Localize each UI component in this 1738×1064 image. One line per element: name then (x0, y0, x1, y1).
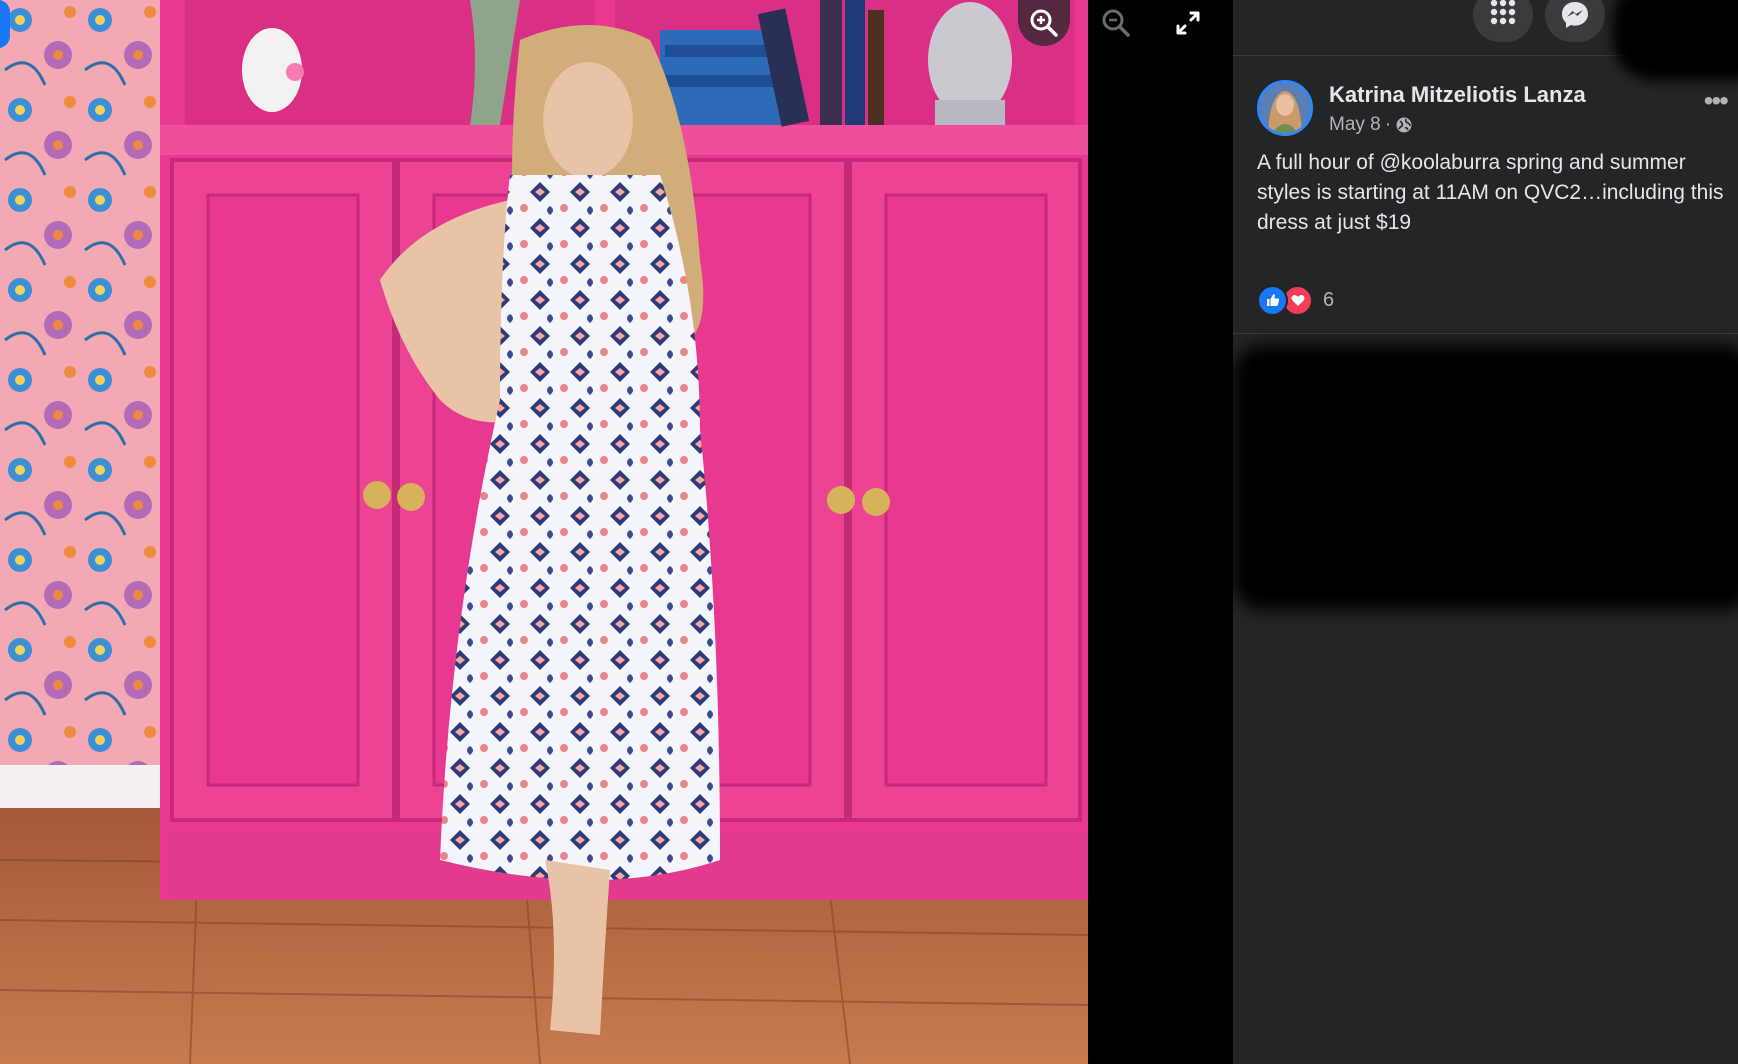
reactions-summary[interactable]: 6 (1257, 284, 1335, 316)
messenger-button[interactable] (1545, 0, 1605, 42)
grid-menu-icon (1490, 0, 1516, 25)
messenger-icon (1562, 2, 1588, 28)
thumbs-up-icon (1266, 294, 1279, 306)
heart-icon (1291, 294, 1304, 306)
meta-separator: · (1384, 114, 1392, 135)
post-photo[interactable] (0, 0, 1088, 1064)
divider (1233, 333, 1738, 334)
fullscreen-button[interactable] (1162, 0, 1214, 46)
like-reaction-icon (1257, 284, 1288, 316)
post-side-panel: Katrina Mitzeliotis Lanza May 8 · ••• A … (1233, 0, 1738, 1064)
fullscreen-icon (1176, 11, 1200, 35)
zoom-out-icon (1102, 9, 1130, 37)
more-options-button[interactable]: ••• (1704, 87, 1729, 115)
redacted-area (1233, 345, 1738, 610)
redacted-area (1613, 0, 1738, 80)
zoom-out-button[interactable] (1090, 0, 1142, 46)
post-header: Katrina Mitzeliotis Lanza May 8 · ••• (1257, 80, 1729, 140)
reaction-count: 6 (1323, 288, 1335, 311)
post-date[interactable]: May 8 (1329, 114, 1381, 136)
post-text: A full hour of @koolaburra spring and su… (1257, 151, 1724, 234)
post-meta: May 8 · (1329, 114, 1413, 136)
photo-viewer (0, 0, 1233, 1064)
avatar-image (1260, 83, 1310, 133)
avatar[interactable] (1257, 80, 1313, 136)
menu-button[interactable] (1473, 0, 1533, 42)
photo-image (0, 0, 1088, 1064)
zoom-in-icon (1030, 9, 1058, 37)
top-bar (1233, 0, 1738, 80)
left-edge-indicator (0, 0, 10, 48)
author-name[interactable]: Katrina Mitzeliotis Lanza (1329, 82, 1586, 108)
globe-icon (1396, 117, 1412, 133)
